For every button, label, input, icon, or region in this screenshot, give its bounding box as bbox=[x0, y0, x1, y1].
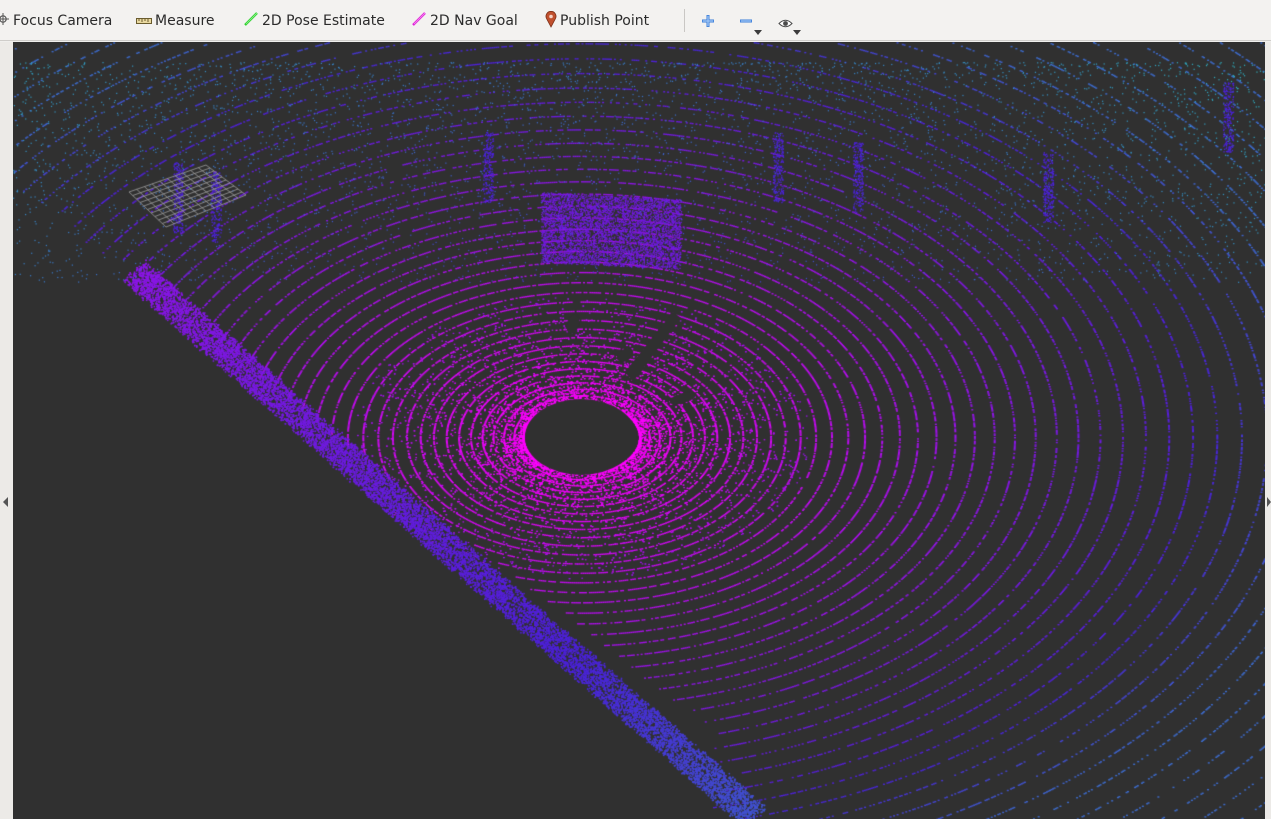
publish-point-label: Publish Point bbox=[560, 13, 650, 29]
map-pin-icon bbox=[545, 10, 557, 32]
green-arrow-icon bbox=[244, 12, 259, 30]
pose-estimate-tool[interactable]: 2D Pose Estimate bbox=[244, 11, 385, 31]
view-options-button[interactable] bbox=[773, 9, 801, 35]
right-dock-collapse-strip[interactable] bbox=[1265, 42, 1271, 819]
focus-camera-label: Focus Camera bbox=[13, 13, 113, 29]
pose-estimate-label: 2D Pose Estimate bbox=[262, 13, 385, 29]
nav-goal-tool[interactable]: 2D Nav Goal bbox=[412, 11, 518, 31]
add-tool-button[interactable] bbox=[696, 9, 722, 33]
left-dock-collapse-strip[interactable] bbox=[0, 42, 13, 819]
publish-point-tool[interactable]: Publish Point bbox=[545, 10, 650, 32]
point-cloud-render bbox=[13, 42, 1265, 819]
tools-toolbar: Focus Camera Measure 2D Pose Estimate 2D… bbox=[0, 0, 1271, 41]
eye-icon bbox=[778, 14, 793, 33]
toolbar-separator bbox=[684, 9, 685, 32]
focus-camera-tool[interactable]: Focus Camera bbox=[0, 11, 112, 31]
measure-tool[interactable]: Measure bbox=[136, 11, 215, 31]
3d-render-viewport[interactable] bbox=[13, 42, 1265, 819]
nav-goal-label: 2D Nav Goal bbox=[430, 13, 518, 29]
chevron-down-icon bbox=[793, 30, 801, 35]
plus-icon bbox=[701, 13, 715, 32]
remove-tool-button[interactable] bbox=[734, 9, 762, 35]
focus-camera-icon bbox=[0, 12, 10, 30]
ruler-icon bbox=[136, 13, 152, 29]
magenta-arrow-icon bbox=[412, 12, 427, 30]
measure-label: Measure bbox=[155, 13, 215, 29]
chevron-down-icon bbox=[754, 30, 762, 35]
minus-icon bbox=[739, 13, 753, 32]
collapse-right-icon bbox=[1267, 497, 1271, 507]
collapse-left-icon bbox=[3, 497, 8, 507]
